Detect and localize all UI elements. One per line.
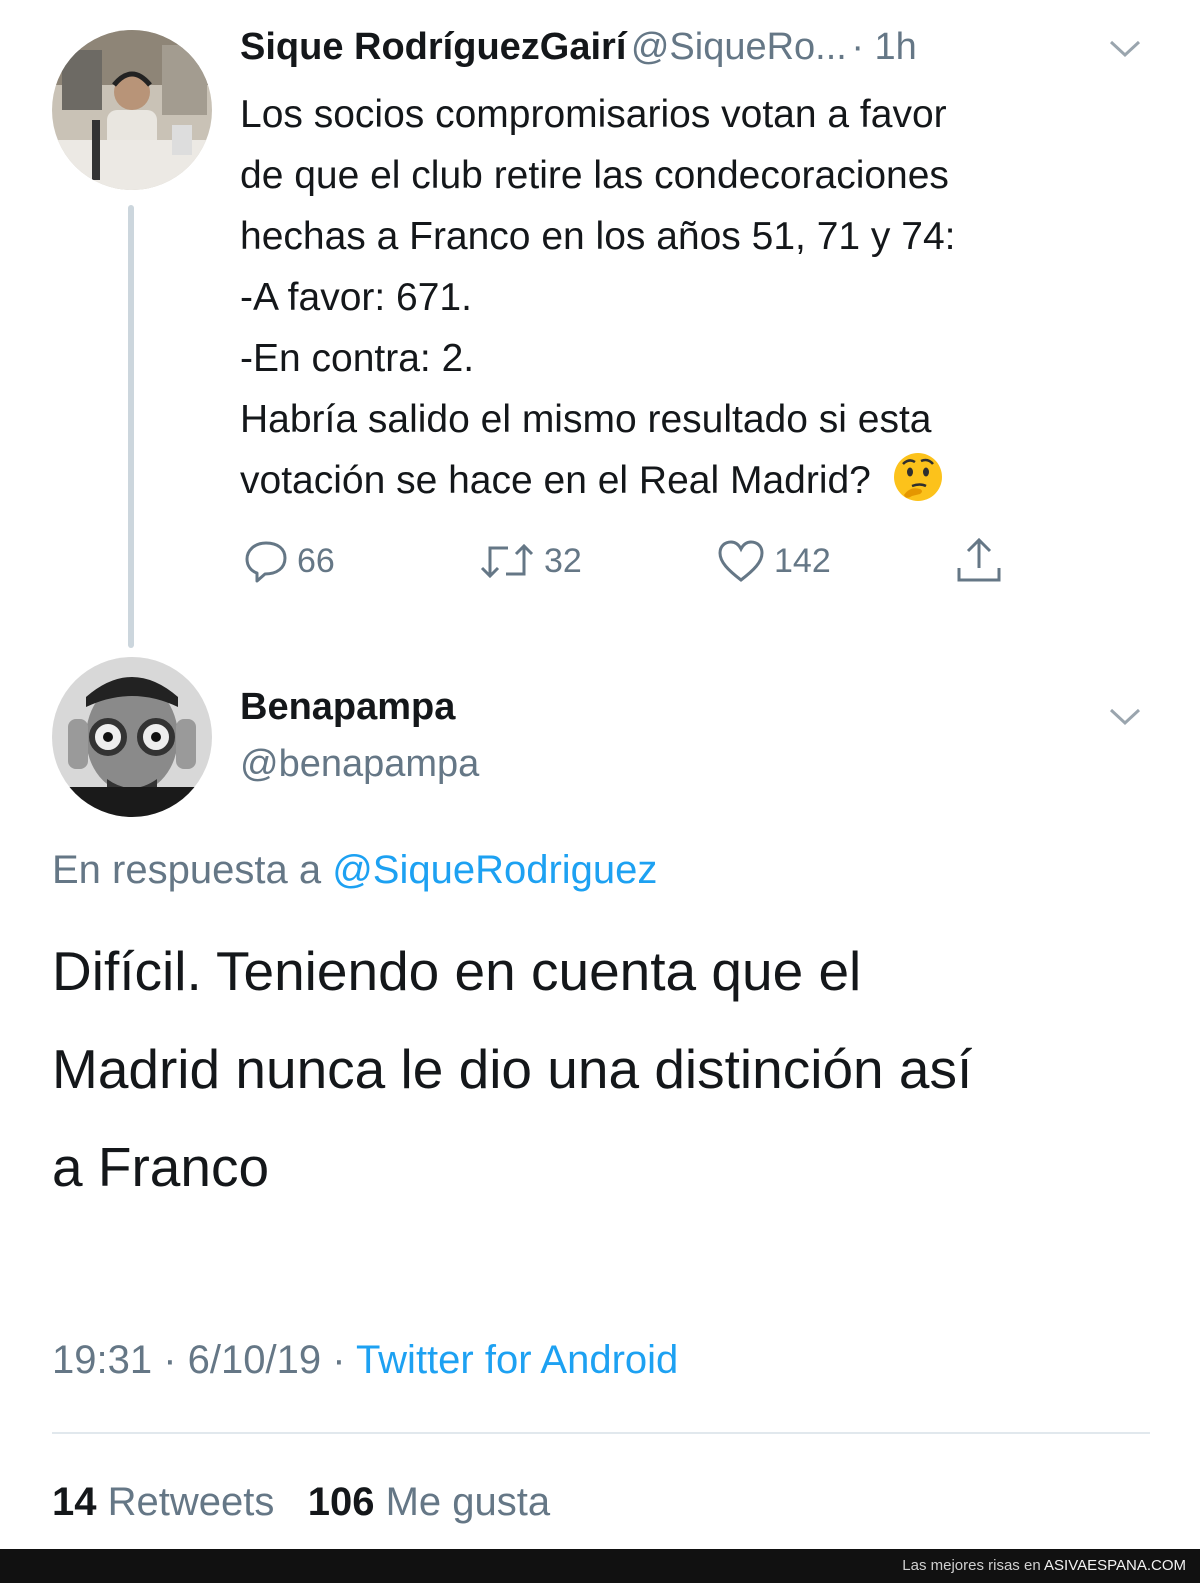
avatar-benapampa[interactable] (52, 657, 212, 817)
retweets-stat[interactable]: 14 Retweets (52, 1480, 274, 1524)
reply-action[interactable]: 66 (243, 538, 335, 584)
reply-to-handle-link[interactable]: @SiqueRodriguez (332, 848, 657, 892)
like-count: 142 (774, 541, 831, 580)
tweet2-menu-chevron-icon[interactable] (1108, 706, 1142, 733)
tweet1-line: Habría salido el mismo resultado si esta (240, 398, 932, 441)
tweet2-line: Madrid nunca le dio una distinción así (52, 1038, 973, 1100)
reply-prefix: En respuesta a (52, 848, 322, 892)
footer-prefix: Las mejores risas en (902, 1557, 1041, 1574)
tweet1-line-last: votación se hace en el Real Madrid? (240, 450, 955, 521)
tweet1-line: de que el club retire las condecoracione… (240, 154, 949, 197)
tweet2-author-handle[interactable]: @benapampa (240, 743, 479, 786)
retweet-icon (480, 543, 534, 579)
divider (52, 1432, 1150, 1434)
likes-stat[interactable]: 106 Me gusta (308, 1480, 550, 1524)
tweet2-meta: 19:31 · 6/10/19 · Twitter for Android (52, 1338, 678, 1383)
tweet2-author-name[interactable]: Benapampa (240, 686, 455, 729)
thread-connector (128, 205, 134, 648)
like-action[interactable]: 142 (716, 538, 831, 584)
tweet1-line: hechas a Franco en los años 51, 71 y 74: (240, 215, 956, 258)
retweets-count: 14 (52, 1480, 97, 1524)
heart-icon (718, 540, 764, 582)
likes-count: 106 (307, 1480, 375, 1524)
tweet1-header: Sique RodríguezGairí @SiqueRo... · 1h (240, 26, 917, 69)
tweet1-line: -En contra: 2. (240, 337, 475, 380)
tweet1-time[interactable]: · 1h (851, 26, 916, 68)
tweet2-body: Difícil. Teniendo en cuenta que el Madri… (52, 922, 972, 1216)
avatar-benapampa-image (52, 657, 212, 817)
tweet1-menu-chevron-icon[interactable] (1108, 38, 1142, 65)
tweet2-line: Difícil. Teniendo en cuenta que el (52, 940, 862, 1002)
tweet1-line: Los socios compromisarios votan a favor (240, 93, 947, 136)
avatar-sique-image (52, 30, 212, 190)
retweet-action[interactable]: 32 (478, 538, 582, 584)
tweet1-line: votación se hace en el Real Madrid? (240, 459, 871, 502)
tweet1-author-name[interactable]: Sique RodríguezGairí (240, 26, 626, 68)
thinking-face-icon (892, 451, 944, 521)
tweet2-timestamp[interactable]: 19:31 · 6/10/19 · (52, 1338, 346, 1382)
avatar-sique[interactable] (52, 30, 212, 190)
tweet1-author-handle[interactable]: @SiqueRo... (631, 26, 847, 68)
tweet2-line: a Franco (52, 1136, 270, 1198)
footer-site: ASIVAESPANA.COM (1044, 1557, 1186, 1574)
retweet-count: 32 (544, 541, 582, 580)
retweets-label: Retweets (107, 1480, 275, 1524)
watermark-footer: Las mejores risas en ASIVAESPANA.COM (0, 1549, 1200, 1583)
tweet1-line: -A favor: 671. (240, 276, 472, 319)
share-icon[interactable] (953, 534, 1005, 591)
reply-context: En respuesta a @SiqueRodriguez (52, 848, 657, 893)
tweet2-source-link[interactable]: Twitter for Android (356, 1338, 678, 1382)
likes-label: Me gusta (385, 1480, 551, 1524)
reply-icon (245, 541, 287, 583)
tweet2-stats: 14 Retweets 106 Me gusta (52, 1480, 550, 1525)
reply-count: 66 (297, 541, 335, 580)
tweet1-body: Los socios compromisarios votan a favor … (240, 84, 955, 521)
